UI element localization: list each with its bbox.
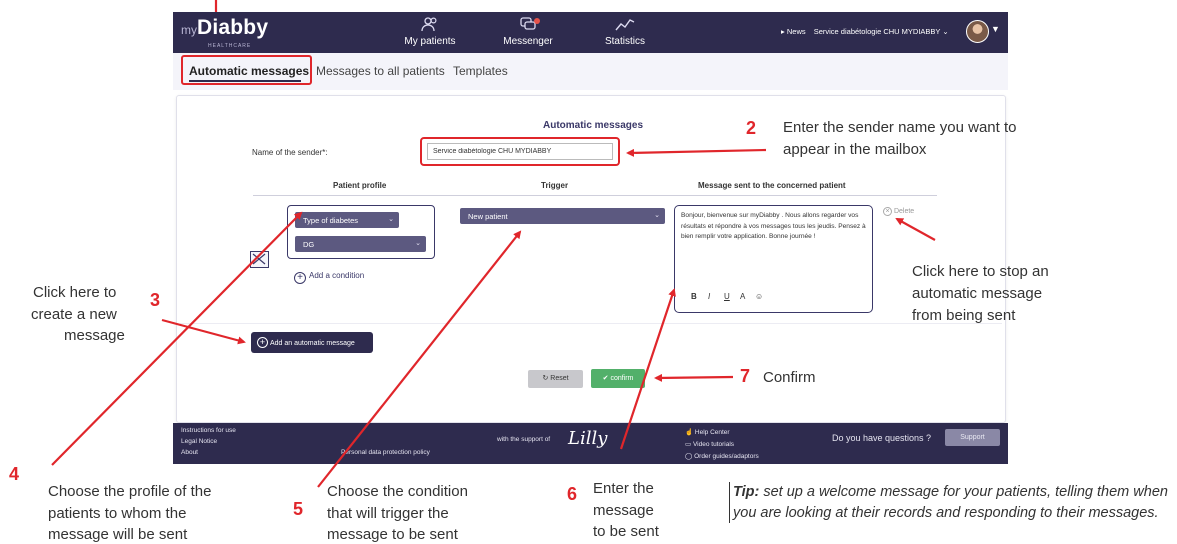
annotation-2-line1: Enter the sender name you want to bbox=[783, 119, 1017, 136]
step-number-6: 6 bbox=[567, 484, 578, 504]
tip-text: set up a welcome message for your patien… bbox=[733, 484, 1168, 521]
annotation-4-line1: Choose the profile of the bbox=[48, 483, 212, 500]
arrow-7 bbox=[654, 373, 734, 382]
annotation-5-line3: message to be sent bbox=[327, 526, 458, 543]
annotation-stop-line2: automatic message bbox=[912, 285, 1043, 302]
annotation-6-line1: Enter the bbox=[593, 480, 654, 497]
annotation-stop-line1: Click here to stop an bbox=[912, 263, 1049, 280]
step-number-3: 3 bbox=[150, 290, 161, 310]
annotation-4-line2: patients to whom the bbox=[48, 505, 187, 522]
annotation-3-line3: message bbox=[64, 327, 125, 344]
annotation-3-line1: Click here to bbox=[33, 284, 117, 301]
annotation-stop-line3: from being sent bbox=[912, 307, 1016, 324]
arrow-6 bbox=[619, 288, 676, 450]
arrow-3 bbox=[161, 318, 246, 345]
annotation-6-line2: message bbox=[593, 502, 654, 519]
arrow-delete bbox=[895, 218, 936, 241]
annotation-5-line2: that will trigger the bbox=[327, 505, 449, 522]
step-number-4: 4 bbox=[9, 464, 20, 484]
arrow-2 bbox=[626, 148, 767, 157]
tip-note: Tip: set up a welcome message for your p… bbox=[729, 482, 1174, 523]
arrow-5 bbox=[317, 230, 522, 488]
step-number-7: 7 bbox=[740, 366, 751, 386]
annotation-4-line3: message will be sent bbox=[48, 526, 188, 543]
step-number-5: 5 bbox=[293, 499, 304, 519]
tip-label: Tip: bbox=[733, 484, 760, 500]
annotation-3-line2: create a new bbox=[31, 306, 117, 323]
annotation-2-line2: appear in the mailbox bbox=[783, 141, 927, 158]
annotation-7: Confirm bbox=[763, 369, 816, 386]
annotation-5-line1: Choose the condition bbox=[327, 483, 468, 500]
step-number-2: 2 bbox=[746, 118, 757, 138]
annotation-6-line3: to be sent bbox=[593, 523, 659, 540]
